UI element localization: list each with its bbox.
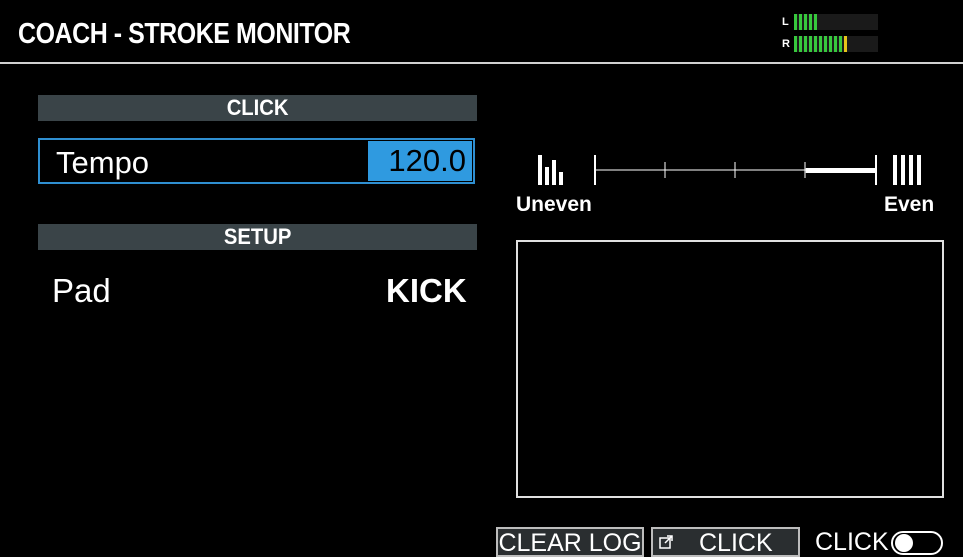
uneven-bars-icon xyxy=(538,155,563,185)
meter-segment xyxy=(854,14,857,30)
tempo-label: Tempo xyxy=(56,145,150,180)
meter-segment xyxy=(794,36,797,52)
scale-track xyxy=(594,155,877,185)
level-meter: L R xyxy=(782,14,882,56)
meter-segment xyxy=(869,36,872,52)
click-toggle-switch[interactable] xyxy=(891,531,943,555)
meter-segment xyxy=(804,14,807,30)
setup-section-header: SETUP xyxy=(38,224,477,250)
meter-segment xyxy=(839,36,842,52)
meter-segment xyxy=(839,14,842,30)
meter-segment xyxy=(814,14,817,30)
meter-left-label: L xyxy=(782,16,789,28)
meter-segment xyxy=(834,14,837,30)
meter-segment xyxy=(854,36,857,52)
uneven-label: Uneven xyxy=(516,193,592,216)
meter-segment xyxy=(804,36,807,52)
click-section-title: CLICK xyxy=(226,95,289,120)
meter-segment xyxy=(874,14,877,30)
meter-segment xyxy=(864,14,867,30)
meter-segment xyxy=(809,14,812,30)
meter-segment xyxy=(859,14,862,30)
meter-segment xyxy=(814,36,817,52)
click-button-label: CLICK xyxy=(699,529,773,557)
meter-segment xyxy=(799,14,802,30)
meter-segment xyxy=(794,14,797,30)
meter-segment xyxy=(844,36,847,52)
tempo-value[interactable]: 120.0 xyxy=(368,141,472,181)
meter-segment xyxy=(874,36,877,52)
meter-segment xyxy=(869,14,872,30)
evenness-scale xyxy=(538,155,921,185)
external-link-icon xyxy=(659,535,673,549)
page-title: COACH - STROKE MONITOR xyxy=(18,18,351,50)
pad-value[interactable]: KICK xyxy=(386,272,467,310)
click-settings-button[interactable]: CLICK xyxy=(651,527,800,557)
meter-segment xyxy=(849,36,852,52)
setup-section-title: SETUP xyxy=(223,224,292,249)
clear-log-label: CLEAR LOG xyxy=(498,529,642,557)
meter-segment xyxy=(809,36,812,52)
meter-segment xyxy=(864,36,867,52)
meter-left-bar xyxy=(794,14,878,30)
meter-segment xyxy=(824,36,827,52)
evenness-indicator xyxy=(805,168,876,173)
stroke-log-display xyxy=(516,240,944,498)
toggle-knob xyxy=(895,534,913,552)
meter-segment xyxy=(819,14,822,30)
even-bars-icon xyxy=(893,155,921,185)
meter-segment xyxy=(844,14,847,30)
meter-segment xyxy=(799,36,802,52)
meter-segment xyxy=(829,36,832,52)
meter-segment xyxy=(859,36,862,52)
clear-log-button[interactable]: CLEAR LOG xyxy=(496,527,644,557)
meter-segment xyxy=(824,14,827,30)
meter-segment xyxy=(849,14,852,30)
pad-label: Pad xyxy=(52,272,111,309)
meter-segment xyxy=(829,14,832,30)
meter-segment xyxy=(834,36,837,52)
meter-right-bar xyxy=(794,36,878,52)
tempo-field[interactable]: Tempo 120.0 xyxy=(38,138,475,184)
click-section-header: CLICK xyxy=(38,95,477,121)
title-divider xyxy=(0,62,963,64)
meter-segment xyxy=(819,36,822,52)
meter-right-label: R xyxy=(782,38,790,50)
click-toggle-label: CLICK xyxy=(815,528,889,556)
even-label: Even xyxy=(884,193,935,216)
